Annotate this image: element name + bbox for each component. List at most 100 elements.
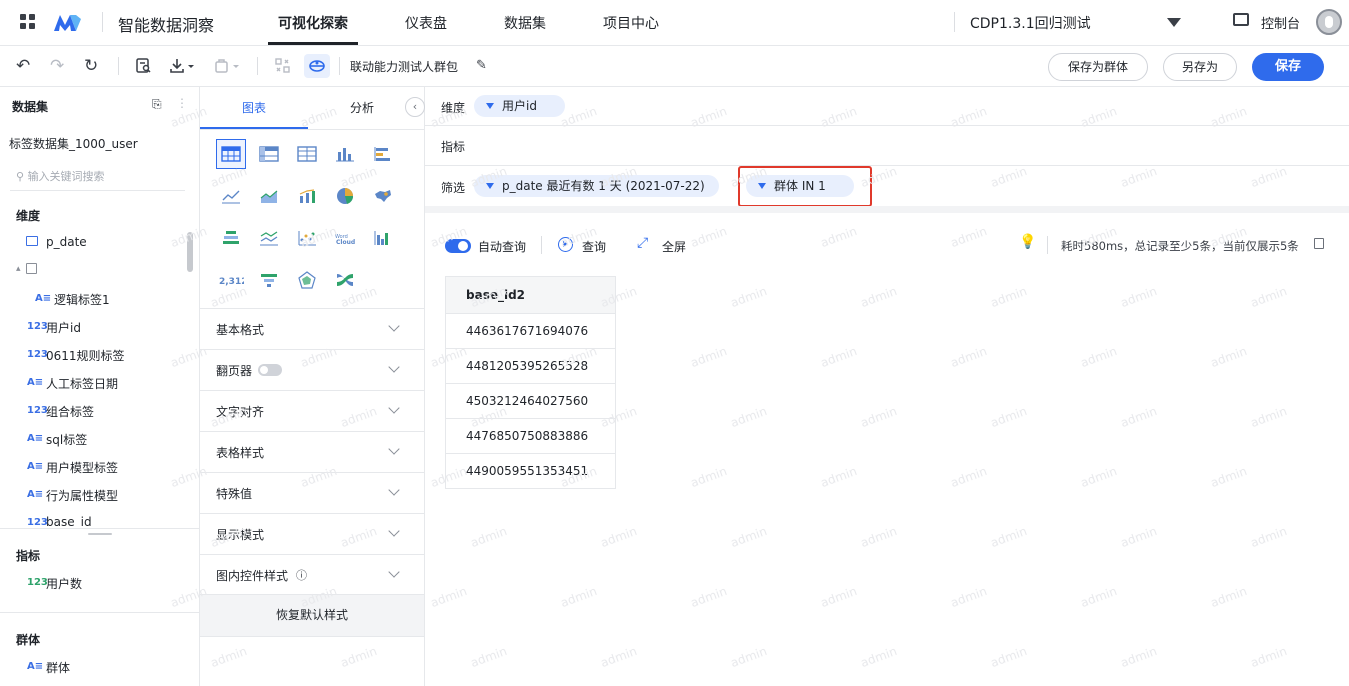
section-widget-style[interactable]: 图内控件样式 ⓘ	[200, 554, 424, 595]
save-button[interactable]: 保存	[1252, 53, 1324, 81]
word-cloud-icon[interactable]: Word Cloud	[330, 223, 360, 253]
histogram-icon[interactable]	[368, 223, 398, 253]
watermark-text: admin	[988, 643, 1029, 671]
export-icon[interactable]	[213, 57, 241, 78]
collapse-icon[interactable]: ‹	[405, 97, 425, 117]
tab-analysis[interactable]: 分析	[350, 99, 374, 116]
scatter-chart-icon[interactable]	[292, 223, 322, 253]
nav-dashboard[interactable]: 仪表盘	[405, 13, 447, 33]
auto-query-label: 自动查询	[478, 240, 527, 254]
table-row: 4481205395265528	[445, 348, 616, 384]
nav-visual-explore[interactable]: 可视化探索	[278, 13, 348, 33]
table-row: 4503212464027560	[445, 383, 616, 419]
text-type-icon: A≡	[27, 461, 44, 472]
lightbulb-icon[interactable]: 💡	[1019, 234, 1036, 250]
save-as-button[interactable]: 另存为	[1163, 53, 1237, 81]
watermark-text: admin	[1248, 523, 1289, 551]
pie-chart-icon[interactable]	[330, 181, 360, 211]
section-pager[interactable]: 翻页器	[200, 349, 424, 390]
undo-icon[interactable]: ↶	[16, 57, 30, 75]
section-text-align[interactable]: 文字对齐	[200, 390, 424, 431]
dim-item[interactable]: base_id	[46, 515, 92, 529]
line-chart-icon[interactable]	[216, 181, 246, 211]
info-icon[interactable]: ⓘ	[296, 567, 307, 583]
kpi-card-icon[interactable]: 2,312	[216, 265, 246, 295]
query-button[interactable]: 查询	[582, 238, 606, 255]
dim-item[interactable]: sql标签	[46, 431, 87, 448]
auto-query-toggle[interactable]	[445, 239, 471, 253]
caret-down-icon	[486, 103, 494, 109]
save-as-group-button[interactable]: 保存为群体	[1048, 53, 1148, 81]
bar-chart-icon[interactable]	[330, 139, 360, 169]
download-icon[interactable]	[169, 57, 195, 78]
fullscreen-button[interactable]: 全屏	[662, 238, 686, 255]
stacked-line-icon[interactable]	[254, 223, 284, 253]
preview-icon[interactable]	[135, 57, 152, 78]
table-row: 4476850750883886	[445, 418, 616, 454]
console-link[interactable]: 控制台	[1261, 13, 1300, 32]
dim-item[interactable]: 用户模型标签	[46, 459, 118, 476]
folder-icon	[26, 263, 37, 274]
top-nav: 智能数据洞察 可视化探索 仪表盘 数据集 项目中心 CDP1.3.1回归测试 控…	[0, 0, 1349, 46]
dimension-pill[interactable]: 用户id	[474, 95, 565, 117]
project-selector[interactable]: CDP1.3.1回归测试	[970, 13, 1091, 33]
section-table-style[interactable]: 表格样式	[200, 431, 424, 472]
linkage-icon[interactable]	[274, 57, 291, 78]
combo-chart-icon[interactable]	[292, 181, 322, 211]
table-chart-icon[interactable]	[216, 139, 246, 169]
avatar[interactable]	[1316, 9, 1342, 35]
funnel-bar-icon[interactable]	[216, 223, 246, 253]
map-chart-icon[interactable]	[368, 181, 398, 211]
edit-icon[interactable]: ✎	[476, 58, 487, 73]
detail-table-icon[interactable]	[292, 139, 322, 169]
group-package-icon[interactable]	[304, 54, 330, 78]
horizontal-bar-icon[interactable]	[368, 139, 398, 169]
watermark-text: admin	[728, 403, 769, 431]
expand-icon[interactable]: ▴	[16, 264, 21, 274]
dim-item-p-date[interactable]: p_date	[46, 235, 87, 249]
radar-chart-icon[interactable]	[292, 265, 322, 295]
scrollbar[interactable]	[187, 232, 193, 272]
dim-item[interactable]: 逻辑标签1	[54, 291, 110, 308]
fullscreen-icon[interactable]: ⤢	[637, 235, 648, 251]
dataset-name[interactable]: 标签数据集_1000_user	[9, 135, 138, 152]
funnel-chart-icon[interactable]	[254, 265, 284, 295]
section-basic-format[interactable]: 基本格式	[200, 308, 424, 349]
watermark-text: admin	[728, 643, 769, 671]
dim-item[interactable]: 人工标签日期	[46, 375, 118, 392]
dim-item[interactable]: 0611规则标签	[46, 347, 125, 364]
dataset-switch-icon[interactable]: ⎘	[152, 97, 162, 112]
log-icon[interactable]	[1314, 238, 1324, 249]
play-icon[interactable]	[558, 237, 573, 252]
watermark-text: admin	[988, 403, 1029, 431]
reset-style-button[interactable]: 恢复默认样式	[200, 594, 424, 637]
metric-item[interactable]: 用户数	[46, 575, 82, 592]
watermark-text: admin	[988, 283, 1029, 311]
console-icon[interactable]	[1233, 13, 1249, 26]
tab-chart[interactable]: 图表	[242, 99, 266, 116]
search-input[interactable]: ⚲ 输入关键词搜索	[10, 168, 185, 191]
section-display-mode[interactable]: 显示模式	[200, 513, 424, 554]
resize-handle[interactable]	[88, 533, 112, 535]
pager-toggle[interactable]	[258, 364, 282, 376]
section-special-values[interactable]: 特殊值	[200, 472, 424, 513]
sankey-chart-icon[interactable]	[330, 265, 360, 295]
column-header[interactable]: base_id2	[445, 276, 616, 314]
pivot-table-icon[interactable]	[254, 139, 284, 169]
nav-project-center[interactable]: 项目中心	[603, 13, 659, 33]
app-grid-icon[interactable]	[20, 14, 35, 29]
divider	[0, 612, 199, 613]
redo-icon[interactable]: ↷	[50, 57, 64, 75]
area-chart-icon[interactable]	[254, 181, 284, 211]
refresh-icon[interactable]: ↻	[84, 57, 98, 75]
more-icon[interactable]: ⋮	[176, 96, 188, 110]
group-item[interactable]: 群体	[46, 659, 70, 676]
dim-item[interactable]: 组合标签	[46, 403, 94, 420]
filter-pill-date[interactable]: p_date 最近有数 1 天 (2021-07-22)	[474, 175, 719, 197]
dim-item[interactable]: 用户id	[46, 319, 81, 336]
divider	[102, 12, 103, 32]
app-title: 智能数据洞察	[118, 16, 215, 35]
dim-item[interactable]: 行为属性模型	[46, 487, 118, 504]
nav-dataset[interactable]: 数据集	[504, 13, 546, 33]
chevron-down-icon[interactable]	[1167, 18, 1181, 27]
